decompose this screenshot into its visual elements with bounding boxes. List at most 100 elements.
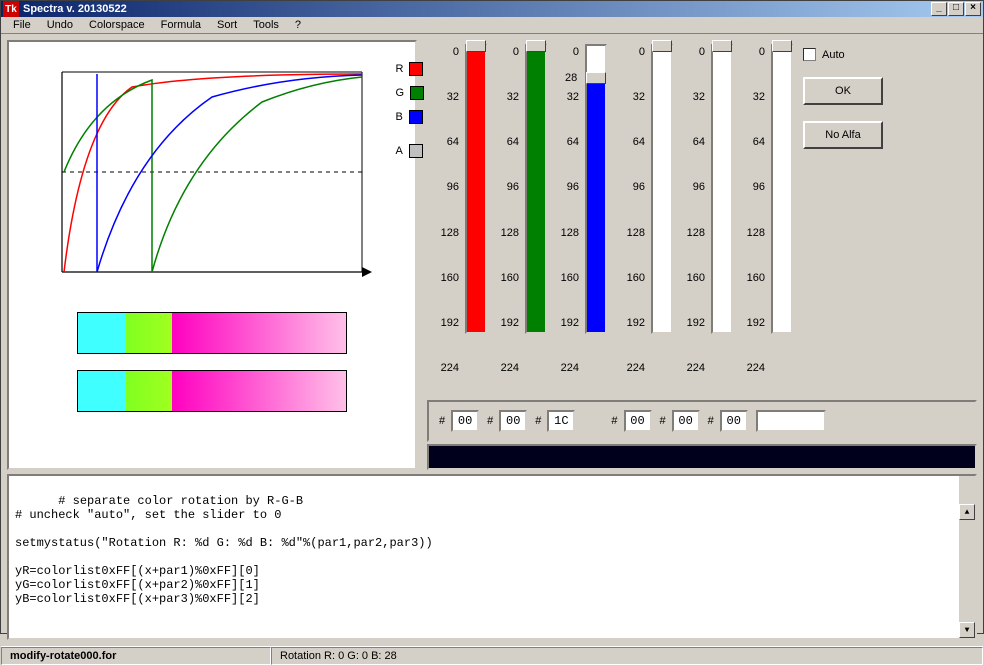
tick-label: 192 <box>487 317 525 329</box>
tick-label: 192 <box>613 317 651 329</box>
code-scrollbar[interactable]: ▲ ▼ <box>959 476 975 638</box>
menu-help[interactable]: ? <box>287 17 309 33</box>
tick-label: 64 <box>733 136 771 148</box>
curve-graph <box>42 62 382 292</box>
tick-label: 32 <box>487 91 525 103</box>
tick-label: 0 <box>673 46 711 58</box>
tick-label: 96 <box>613 181 651 193</box>
tick-label: 0 <box>733 46 771 58</box>
titlebar: Tk Spectra v. 20130522 _ □ × <box>1 1 983 17</box>
statusbar: modify-rotate000.for Rotation R: 0 G: 0 … <box>1 646 983 665</box>
scroll-up-icon[interactable]: ▲ <box>959 504 975 520</box>
r-slider-thumb[interactable] <box>466 40 486 52</box>
tick-label: 0 <box>613 46 651 58</box>
tick-label: 64 <box>547 136 585 148</box>
tick-label: 192 <box>673 317 711 329</box>
g-slider-thumb[interactable] <box>526 40 546 52</box>
auto-label: Auto <box>822 49 845 61</box>
menu-file[interactable]: File <box>5 17 39 33</box>
legend-a: A <box>395 144 424 158</box>
menu-undo[interactable]: Undo <box>39 17 81 33</box>
graph-panel: R G B A <box>7 40 417 470</box>
menu-colorspace[interactable]: Colorspace <box>81 17 153 33</box>
r-color-box <box>409 62 423 76</box>
tick-label: 160 <box>427 272 465 284</box>
tick-label: 224 <box>547 362 585 374</box>
tick-label: 224 <box>427 362 465 374</box>
minimize-button[interactable]: _ <box>931 2 947 16</box>
tick-label: 128 <box>547 227 585 239</box>
hex-b-input[interactable] <box>547 410 575 432</box>
tick-label: 160 <box>673 272 711 284</box>
no-alfa-button[interactable]: No Alfa <box>803 121 883 149</box>
tick-label: 192 <box>547 317 585 329</box>
b-slider[interactable]: 28 <box>585 44 607 334</box>
tick-label: 96 <box>673 181 711 193</box>
formula-code-editor[interactable]: # separate color rotation by R-G-B # unc… <box>7 474 977 640</box>
tick-label: 64 <box>487 136 525 148</box>
tick-label: 64 <box>673 136 711 148</box>
r-slider[interactable] <box>465 44 487 334</box>
slider-5-thumb[interactable] <box>712 40 732 52</box>
tick-label: 64 <box>427 136 465 148</box>
tick-label: 128 <box>427 227 465 239</box>
hash-label: # <box>439 415 445 427</box>
hex-r-input[interactable] <box>451 410 479 432</box>
tick-label: 160 <box>547 272 585 284</box>
tick-label: 128 <box>673 227 711 239</box>
a-color-box <box>409 144 423 158</box>
g-slider[interactable] <box>525 44 547 334</box>
b-color-box <box>409 110 423 124</box>
result-color-strip <box>427 444 977 470</box>
tick-label: 192 <box>733 317 771 329</box>
b-slider-thumb[interactable] <box>586 72 606 84</box>
slider-4-thumb[interactable] <box>652 40 672 52</box>
hex-5-input[interactable] <box>672 410 700 432</box>
close-button[interactable]: × <box>965 2 981 16</box>
scroll-down-icon[interactable]: ▼ <box>959 622 975 638</box>
color-swatch-input[interactable] <box>756 410 826 432</box>
window-title: Spectra v. 20130522 <box>23 3 931 15</box>
slider-6[interactable] <box>771 44 793 334</box>
tick-label: 32 <box>673 91 711 103</box>
slider-5[interactable] <box>711 44 733 334</box>
tick-label: 32 <box>547 91 585 103</box>
tick-label: 160 <box>613 272 651 284</box>
tick-label: 64 <box>613 136 651 148</box>
tick-label: 96 <box>733 181 771 193</box>
gradient-preview-2 <box>77 370 347 412</box>
tick-label: 128 <box>733 227 771 239</box>
menubar: File Undo Colorspace Formula Sort Tools … <box>1 17 983 34</box>
app-icon: Tk <box>3 1 19 17</box>
slider-value-indicator: 28 <box>565 72 577 84</box>
status-file: modify-rotate000.for <box>1 647 271 665</box>
tick-label: 0 <box>487 46 525 58</box>
tick-label: 128 <box>613 227 651 239</box>
tick-label: 192 <box>427 317 465 329</box>
auto-checkbox[interactable] <box>803 48 816 61</box>
tick-label: 224 <box>487 362 525 374</box>
gradient-preview-1 <box>77 312 347 354</box>
menu-tools[interactable]: Tools <box>245 17 287 33</box>
tick-label: 160 <box>487 272 525 284</box>
hex-4-input[interactable] <box>624 410 652 432</box>
hex-g-input[interactable] <box>499 410 527 432</box>
tick-label: 96 <box>487 181 525 193</box>
slider-6-thumb[interactable] <box>772 40 792 52</box>
ok-button[interactable]: OK <box>803 77 883 105</box>
menu-formula[interactable]: Formula <box>153 17 209 33</box>
tick-label: 224 <box>613 362 651 374</box>
legend-r: R <box>395 62 424 76</box>
tick-label: 96 <box>427 181 465 193</box>
hex-6-input[interactable] <box>720 410 748 432</box>
legend-b: B <box>395 110 424 124</box>
tick-label: 160 <box>733 272 771 284</box>
menu-sort[interactable]: Sort <box>209 17 245 33</box>
hex-input-row: # # # # # # <box>427 400 977 442</box>
legend-g: G <box>395 86 424 100</box>
tick-label: 96 <box>547 181 585 193</box>
slider-4[interactable] <box>651 44 673 334</box>
maximize-button[interactable]: □ <box>948 2 964 16</box>
status-rotation: Rotation R: 0 G: 0 B: 28 <box>271 647 983 665</box>
tick-label: 32 <box>613 91 651 103</box>
